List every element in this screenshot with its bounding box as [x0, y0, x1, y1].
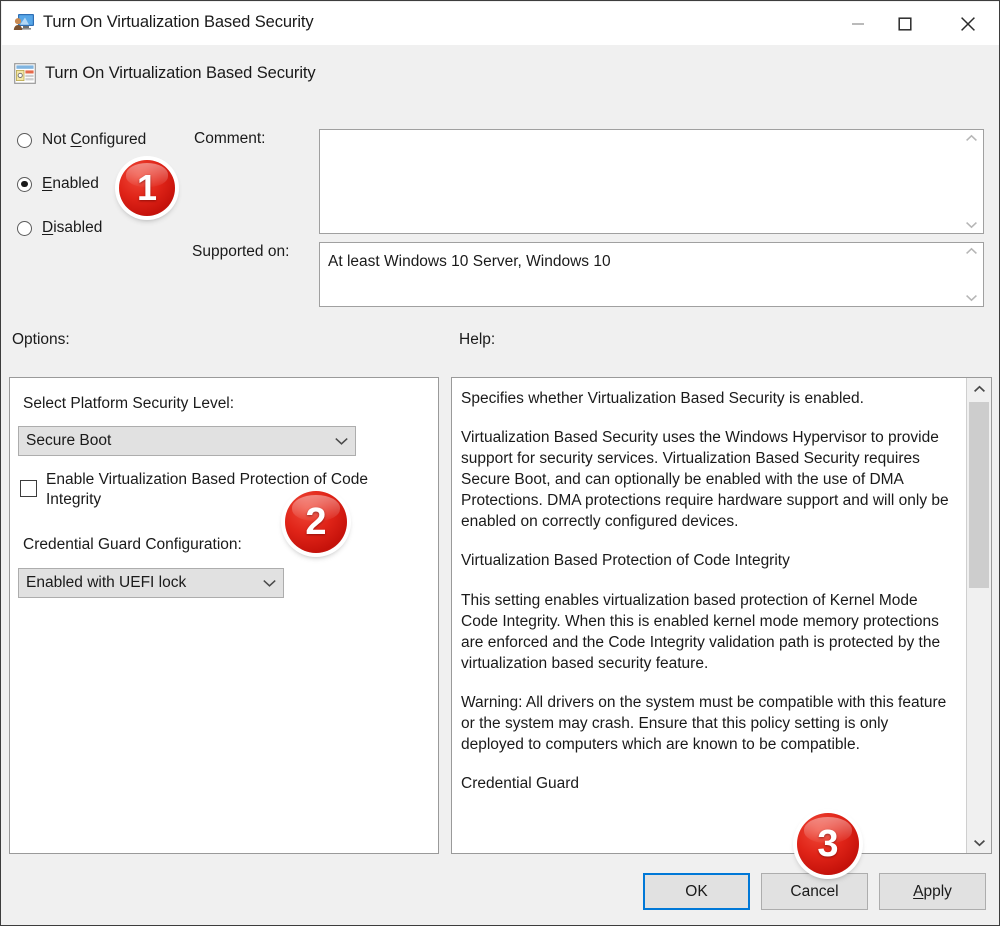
scroll-up-icon[interactable]	[967, 378, 991, 400]
title-bar: Turn On Virtualization Based Security	[2, 2, 999, 46]
radio-not-configured-label: Not Configured	[42, 131, 146, 149]
radio-disabled[interactable]: Disabled	[17, 219, 102, 237]
setting-title: Turn On Virtualization Based Security	[45, 64, 316, 82]
options-section-label: Options:	[12, 331, 70, 348]
maximize-button[interactable]	[881, 3, 928, 44]
help-scrollbar-thumb[interactable]	[969, 402, 989, 588]
radio-enabled[interactable]: Enabled	[17, 175, 99, 193]
nc-accesskey: C	[70, 131, 82, 148]
help-paragraph: Specifies whether Virtualization Based S…	[461, 390, 864, 407]
supported-on-scrollbar[interactable]	[958, 243, 983, 306]
annotation-badge-2-number: 2	[305, 501, 327, 543]
en-post: nabled	[52, 175, 99, 192]
minimize-button[interactable]	[834, 3, 881, 44]
comment-value[interactable]	[320, 130, 958, 233]
supported-on-field: At least Windows 10 Server, Windows 10	[319, 242, 984, 307]
apply-rest: pply	[923, 882, 952, 900]
dialog-footer: OK Cancel Apply	[2, 861, 999, 925]
maximize-icon	[897, 16, 912, 31]
help-scrollbar[interactable]	[966, 378, 991, 853]
supported-on-value: At least Windows 10 Server, Windows 10	[328, 253, 611, 270]
help-text: Specifies whether Virtualization Based S…	[452, 378, 966, 853]
ok-button-label: OK	[685, 882, 708, 900]
nc-post: onfigured	[81, 131, 147, 148]
ok-button[interactable]: OK	[643, 873, 750, 910]
help-paragraph: This setting enables virtualization base…	[461, 591, 941, 672]
scroll-down-icon[interactable]	[967, 831, 991, 853]
dis-post: isabled	[53, 219, 103, 236]
supported-on-label: Supported on:	[192, 243, 290, 260]
scroll-up-icon[interactable]	[965, 134, 978, 143]
scroll-down-icon[interactable]	[965, 220, 978, 229]
setting-header: Turn On Virtualization Based Security Pr…	[2, 45, 999, 149]
radio-disabled-indicator[interactable]	[17, 220, 32, 236]
code-integrity-checkbox[interactable]	[20, 480, 37, 497]
radio-not-configured-indicator[interactable]	[17, 132, 32, 148]
radio-not-configured[interactable]: Not Configured	[17, 131, 146, 149]
help-paragraph: Virtualization Based Protection of Code …	[461, 552, 790, 570]
window-title: Turn On Virtualization Based Security	[43, 13, 314, 31]
credential-guard-label: Credential Guard Configuration:	[23, 536, 242, 553]
apply-button-label: Apply	[913, 883, 952, 901]
group-policy-monitor-icon	[13, 13, 35, 33]
help-section-label: Help:	[459, 331, 496, 348]
code-integrity-checkbox-row[interactable]: Enable Virtualization Based Protection o…	[20, 470, 420, 511]
help-paragraph: Warning: All drivers on the system must …	[461, 693, 947, 754]
help-paragraph: Credential Guard	[461, 775, 580, 793]
credential-guard-value: Enabled with UEFI lock	[26, 574, 187, 591]
chevron-down-icon	[255, 578, 283, 588]
platform-security-level-value: Secure Boot	[26, 432, 112, 449]
dis-accesskey: D	[42, 219, 54, 236]
policy-setting-icon	[14, 63, 36, 84]
scroll-down-icon[interactable]	[965, 293, 978, 302]
comment-field[interactable]	[319, 129, 984, 234]
annotation-badge-3-number: 3	[817, 823, 839, 865]
help-paragraph: Virtualization Based Security uses the W…	[461, 429, 949, 531]
annotation-badge-2: 2	[285, 491, 347, 553]
help-panel: Specifies whether Virtualization Based S…	[451, 377, 992, 854]
comment-label: Comment:	[194, 130, 266, 147]
annotation-badge-3: 3	[797, 813, 859, 875]
cancel-button[interactable]: Cancel	[761, 873, 868, 910]
scroll-up-icon[interactable]	[965, 247, 978, 256]
en-accesskey: E	[42, 175, 53, 192]
apply-accesskey: A	[913, 882, 924, 900]
comment-scrollbar[interactable]	[958, 130, 983, 233]
annotation-badge-1-number: 1	[136, 167, 158, 208]
close-button[interactable]	[944, 3, 991, 44]
chevron-down-icon	[327, 436, 355, 446]
credential-guard-select[interactable]: Enabled with UEFI lock	[18, 568, 284, 598]
code-integrity-label: Enable Virtualization Based Protection o…	[46, 471, 368, 509]
cancel-button-label: Cancel	[790, 882, 839, 900]
nc-pre: Not	[42, 131, 71, 148]
annotation-badge-1: 1	[119, 160, 175, 216]
close-icon	[960, 16, 976, 32]
group-policy-setting-dialog: Turn On Virtualization Based Security Tu…	[0, 0, 1000, 926]
radio-disabled-label: Disabled	[42, 219, 102, 237]
apply-button[interactable]: Apply	[879, 873, 986, 910]
radio-enabled-indicator[interactable]	[17, 176, 32, 192]
minimize-icon	[851, 18, 865, 30]
platform-security-level-label: Select Platform Security Level:	[23, 395, 235, 412]
radio-enabled-label: Enabled	[42, 175, 99, 193]
options-panel: Select Platform Security Level: Secure B…	[9, 377, 439, 854]
platform-security-level-select[interactable]: Secure Boot	[18, 426, 356, 456]
